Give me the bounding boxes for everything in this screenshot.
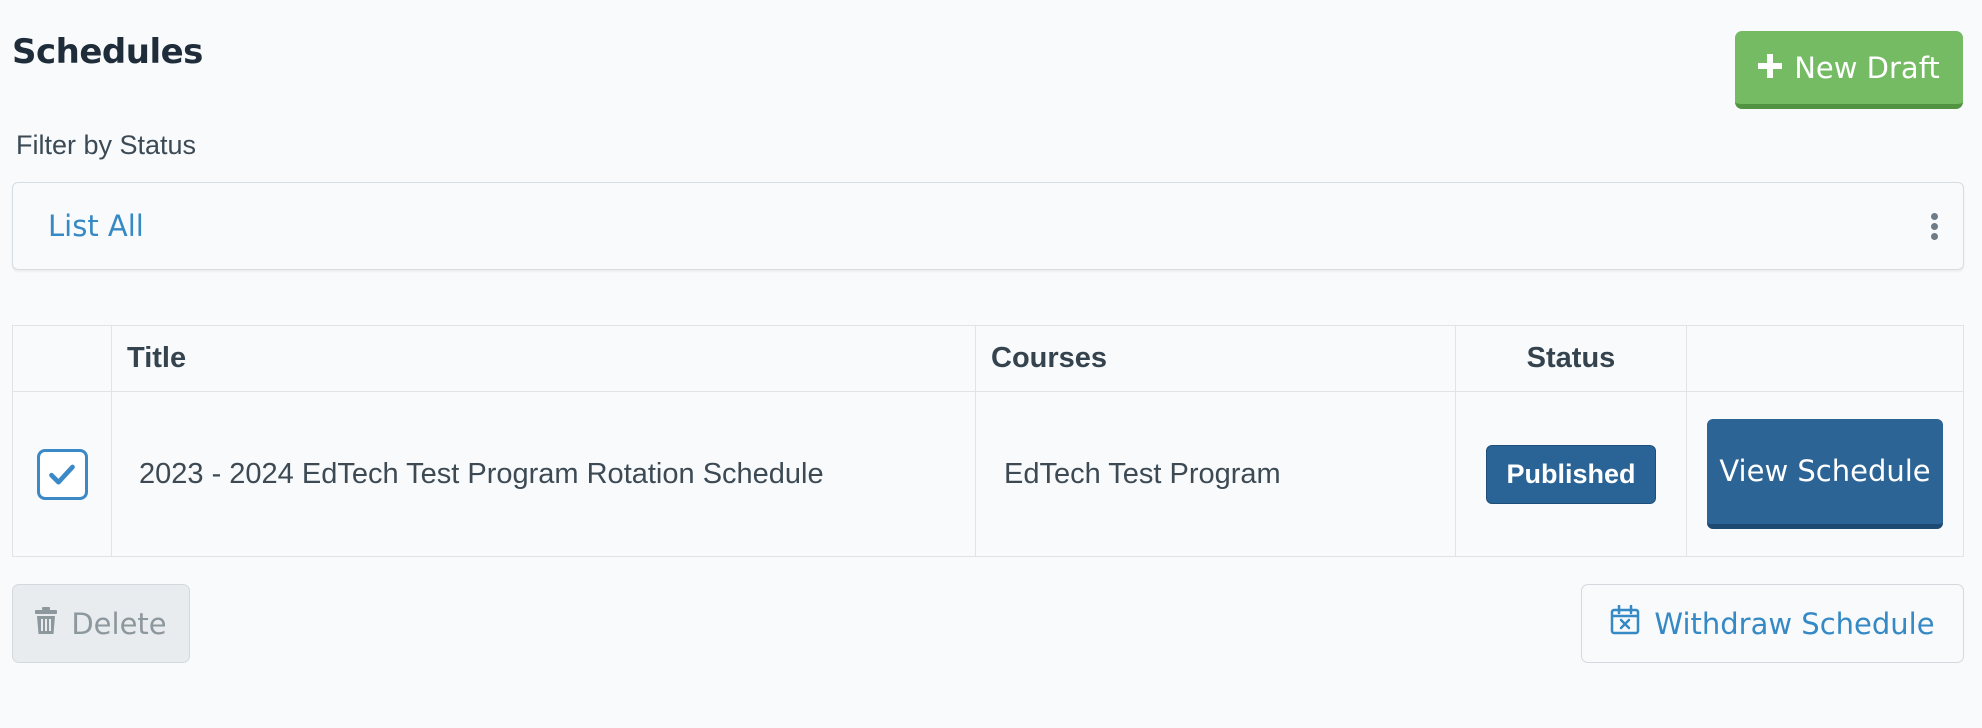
table-row: 2023 - 2024 EdTech Test Program Rotation… <box>12 391 1964 557</box>
row-select-cell <box>12 391 112 557</box>
new-draft-label: New Draft <box>1794 50 1940 85</box>
trash-icon <box>35 606 58 641</box>
page-title: Schedules <box>12 32 203 72</box>
withdraw-schedule-button[interactable]: Withdraw Schedule <box>1581 584 1964 663</box>
row-checkbox[interactable] <box>36 448 88 500</box>
view-schedule-button[interactable]: View Schedule <box>1707 419 1943 529</box>
column-header-actions <box>1686 325 1964 392</box>
column-header-status: Status <box>1455 325 1687 392</box>
row-title: 2023 - 2024 EdTech Test Program Rotation… <box>111 391 976 557</box>
table-header-row: Title Courses Status <box>12 325 1964 392</box>
status-filter-select[interactable]: List All <box>12 182 1964 270</box>
calendar-x-icon <box>1610 604 1640 642</box>
row-action-cell: View Schedule <box>1686 391 1964 557</box>
column-header-title: Title <box>111 325 976 392</box>
status-badge: Published <box>1486 444 1656 504</box>
column-header-courses: Courses <box>975 325 1456 392</box>
check-icon <box>49 464 75 485</box>
kebab-icon <box>1931 213 1939 241</box>
schedules-table: Title Courses Status 2023 - 2024 EdTech … <box>12 325 1964 557</box>
delete-label: Delete <box>71 606 167 641</box>
row-courses: EdTech Test Program <box>975 391 1456 557</box>
withdraw-schedule-label: Withdraw Schedule <box>1654 606 1935 641</box>
filter-label: Filter by Status <box>16 130 197 160</box>
delete-button[interactable]: Delete <box>12 584 190 663</box>
column-header-select <box>12 325 112 392</box>
row-status-cell: Published <box>1455 391 1687 557</box>
status-filter-value: List All <box>48 209 144 243</box>
plus-icon <box>1758 51 1783 85</box>
new-draft-button[interactable]: New Draft <box>1735 31 1963 109</box>
